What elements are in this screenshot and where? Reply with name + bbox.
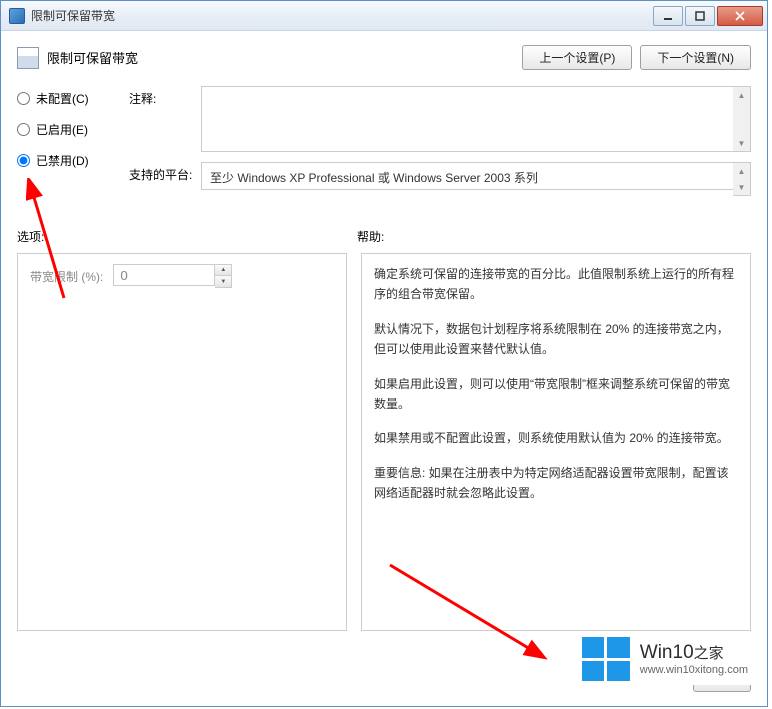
watermark-url: www.win10xitong.com xyxy=(640,664,748,676)
watermark-brand: Win10之家 xyxy=(640,642,748,664)
radio-not-configured[interactable]: 未配置(C) xyxy=(17,90,115,107)
state-radio-group: 未配置(C) 已启用(E) 已禁用(D) xyxy=(17,86,115,206)
radio-enabled[interactable]: 已启用(E) xyxy=(17,121,115,138)
radio-enabled-label: 已启用(E) xyxy=(36,121,88,138)
help-paragraph: 如果启用此设置，则可以使用“带宽限制”框来调整系统可保留的带宽数量。 xyxy=(374,374,738,415)
help-paragraph: 确定系统可保留的连接带宽的百分比。此值限制系统上运行的所有程序的组合带宽保留。 xyxy=(374,264,738,305)
close-button[interactable] xyxy=(717,6,763,26)
window-controls xyxy=(651,6,763,26)
radio-disabled[interactable]: 已禁用(D) xyxy=(17,152,115,169)
window-title: 限制可保留带宽 xyxy=(31,7,651,24)
spinner-up-icon[interactable]: ▲ xyxy=(215,265,231,276)
radio-disabled-input[interactable] xyxy=(17,154,30,167)
titlebar: 限制可保留带宽 xyxy=(1,1,767,31)
help-paragraph: 默认情况下，数据包计划程序将系统限制在 20% 的连接带宽之内，但可以使用此设置… xyxy=(374,319,738,360)
help-paragraph: 重要信息: 如果在注册表中为特定网络适配器设置带宽限制，配置该网络适配器时就会忽… xyxy=(374,463,738,504)
next-setting-button[interactable]: 下一个设置(N) xyxy=(640,45,751,70)
bandwidth-limit-label: 带宽限制 (%): xyxy=(30,268,103,285)
minimize-button[interactable] xyxy=(653,6,683,26)
watermark: Win10之家 www.win10xitong.com xyxy=(576,633,754,685)
platform-value: 至少 Windows XP Professional 或 Windows Ser… xyxy=(201,162,733,190)
policy-icon xyxy=(17,47,39,69)
options-section-label: 选项: xyxy=(17,228,357,245)
content-area: 限制可保留带宽 上一个设置(P) 下一个设置(N) 未配置(C) 已启用(E) xyxy=(1,31,767,706)
spinner-down-icon[interactable]: ▼ xyxy=(215,276,231,287)
options-panel: 带宽限制 (%): ▲ ▼ xyxy=(17,253,347,631)
help-paragraph: 如果禁用或不配置此设置，则系统使用默认值为 20% 的连接带宽。 xyxy=(374,428,738,448)
bandwidth-limit-input[interactable] xyxy=(113,264,215,286)
app-icon xyxy=(9,8,25,24)
comment-label: 注释: xyxy=(129,86,201,152)
comment-textarea[interactable] xyxy=(201,86,733,152)
radio-enabled-input[interactable] xyxy=(17,123,30,136)
page-title: 限制可保留带宽 xyxy=(47,48,522,67)
scroll-down-icon[interactable]: ▼ xyxy=(733,135,750,151)
bandwidth-limit-spinner[interactable]: ▲ ▼ xyxy=(113,264,232,288)
help-panel: 确定系统可保留的连接带宽的百分比。此值限制系统上运行的所有程序的组合带宽保留。 … xyxy=(361,253,751,631)
application-window: 限制可保留带宽 限制可保留带宽 上一个设置(P) 下一个设置(N) xyxy=(0,0,768,707)
scrollbar[interactable]: ▲ ▼ xyxy=(733,86,751,152)
scroll-up-icon[interactable]: ▲ xyxy=(733,87,750,103)
maximize-button[interactable] xyxy=(685,6,715,26)
scroll-up-icon[interactable]: ▲ xyxy=(733,163,750,179)
help-section-label: 帮助: xyxy=(357,228,384,245)
platform-label: 支持的平台: xyxy=(129,162,201,196)
radio-not-configured-input[interactable] xyxy=(17,92,30,105)
scroll-down-icon[interactable]: ▼ xyxy=(733,179,750,195)
prev-setting-button[interactable]: 上一个设置(P) xyxy=(522,45,632,70)
windows-logo-icon xyxy=(582,637,630,681)
scrollbar[interactable]: ▲ ▼ xyxy=(733,162,751,196)
radio-disabled-label: 已禁用(D) xyxy=(36,152,89,169)
radio-not-configured-label: 未配置(C) xyxy=(36,90,89,107)
